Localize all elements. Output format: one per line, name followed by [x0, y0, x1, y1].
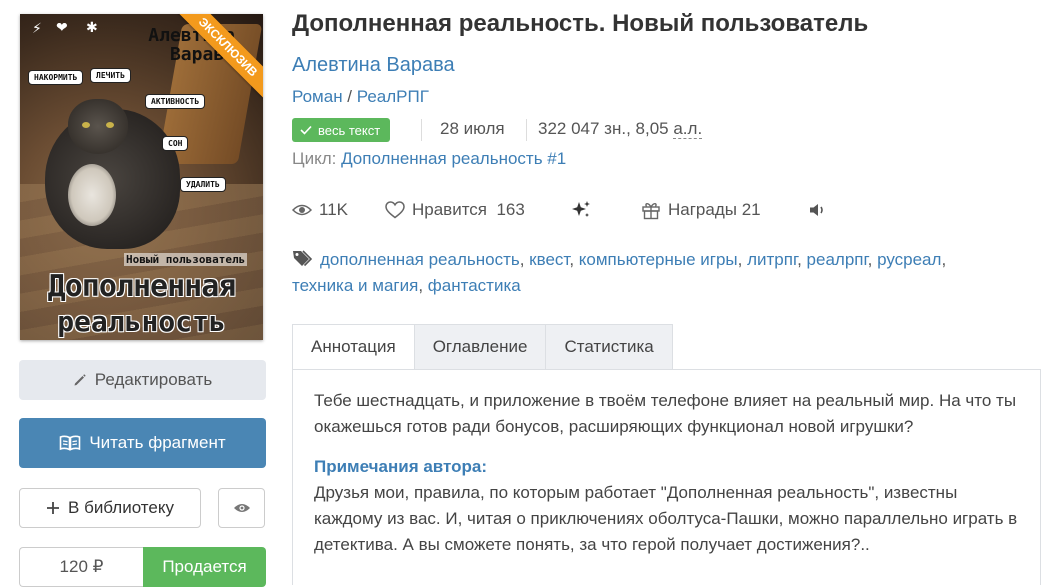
for-sale-button[interactable]: Продается	[143, 547, 266, 587]
cover-bubble: АКТИВНОСТЬ	[145, 94, 206, 109]
speaker-icon	[810, 204, 823, 216]
book-title: Дополненная реальность. Новый пользовате…	[292, 10, 869, 37]
watch-button[interactable]	[218, 488, 265, 528]
views-stat: 11K	[292, 198, 348, 222]
tab-bar: Аннотация Оглавление Статистика	[292, 324, 673, 370]
tags-icon	[293, 250, 313, 267]
cover-bubble: ЛЕЧИТЬ	[90, 68, 131, 83]
tag-link[interactable]: квест	[529, 250, 569, 269]
divider	[421, 119, 422, 141]
full-text-label: весь текст	[318, 122, 381, 138]
tag-link[interactable]: дополненная реальность	[320, 250, 520, 269]
genre-link[interactable]: Роман	[292, 87, 343, 106]
cover-cat-eye	[106, 122, 114, 128]
gift-icon	[642, 203, 660, 220]
checkmark-icon	[300, 125, 312, 135]
add-to-library-label: В библиотеку	[68, 498, 174, 517]
read-fragment-button[interactable]: Читать фрагмент	[19, 418, 266, 468]
author-sheets-unit[interactable]: а.л.	[673, 119, 703, 139]
tag-link[interactable]: литрпг	[747, 250, 797, 269]
cover-star-icon: ✱	[86, 19, 98, 35]
cover-cat-eye	[82, 122, 90, 128]
cover-cat-head	[68, 99, 128, 154]
read-fragment-label: Читать фрагмент	[89, 433, 226, 452]
series-link[interactable]: Дополненная реальность #1	[341, 149, 566, 168]
book-size: 322 047 зн., 8,05 а.л.	[538, 119, 703, 139]
pencil-icon	[74, 374, 86, 386]
like-button[interactable]: Нравится 163	[385, 198, 525, 222]
author-link[interactable]: Алевтина Варава	[292, 54, 455, 77]
likes-count: 163	[496, 200, 525, 219]
edit-button-label: Редактировать	[94, 370, 213, 389]
tab-contents[interactable]: Оглавление	[414, 324, 547, 370]
genre-separator: /	[342, 87, 357, 106]
annotation-panel: Тебе шестнадцать, и приложение в твоём т…	[292, 369, 1041, 585]
cover-bubble: НАКОРМИТЬ	[28, 70, 84, 85]
cover-bubble: УДАЛИТЬ	[180, 177, 226, 192]
tag-link[interactable]: русреал	[877, 250, 941, 269]
author-notes-heading: Примечания автора:	[314, 457, 488, 476]
genre-link[interactable]: РеалРПГ	[357, 87, 429, 106]
price-label: 120 ₽	[19, 547, 143, 587]
sparkles-icon	[572, 201, 590, 217]
cover-heart-icon: ❤	[56, 19, 68, 35]
awards-label: Награды	[668, 200, 737, 219]
book-cover[interactable]: ⚡ ❤ ✱ Алевтина Варава НАКОРМИТЬ ЛЕЧИТЬ А…	[20, 14, 263, 340]
views-count: 11K	[319, 200, 348, 219]
tags-list: дополненная реальность, квест, компьютер…	[292, 250, 947, 295]
publish-date: 28 июля	[440, 119, 505, 138]
series-info: Цикл: Дополненная реальность #1	[292, 149, 566, 169]
cover-subtitle: Новый пользователь	[124, 253, 248, 266]
cover-cat-chest	[68, 164, 116, 226]
book-size-value: 322 047 зн., 8,05	[538, 119, 674, 138]
edit-button[interactable]: Редактировать	[19, 360, 266, 400]
series-label: Цикл:	[292, 149, 342, 168]
eye-icon	[292, 204, 312, 216]
heart-icon	[385, 201, 405, 219]
tab-statistics[interactable]: Статистика	[546, 324, 673, 370]
eye-icon	[233, 504, 250, 512]
tag-link[interactable]: компьютерные игры	[579, 250, 738, 269]
cover-lightning-icon: ⚡	[32, 20, 42, 36]
open-book-icon	[60, 435, 81, 451]
annotation-text: Тебе шестнадцать, и приложение в твоём т…	[314, 391, 1017, 436]
plus-icon	[47, 502, 60, 514]
cover-title-line1: Дополненная	[47, 269, 237, 304]
add-to-library-button[interactable]: В библиотеку	[19, 488, 201, 528]
tab-annotation[interactable]: Аннотация	[292, 324, 415, 370]
cover-bubble: СОН	[162, 136, 189, 151]
divider	[526, 119, 527, 141]
full-text-badge: весь текст	[292, 118, 391, 142]
audio-button[interactable]	[808, 198, 835, 222]
tag-link[interactable]: техника и магия	[292, 276, 418, 295]
tag-link[interactable]: фантастика	[428, 276, 521, 295]
author-notes-text: Друзья мои, правила, по которым работает…	[314, 483, 1018, 554]
likes-label: Нравится	[412, 200, 488, 219]
awards-button[interactable]: Награды 21	[641, 198, 761, 222]
tag-link[interactable]: реалрпг	[807, 250, 868, 269]
cover-title-line2: реальность	[57, 305, 226, 338]
sparkle-button[interactable]	[570, 198, 599, 222]
awards-count: 21	[741, 200, 761, 219]
genres: Роман / РеалРПГ	[292, 87, 429, 107]
